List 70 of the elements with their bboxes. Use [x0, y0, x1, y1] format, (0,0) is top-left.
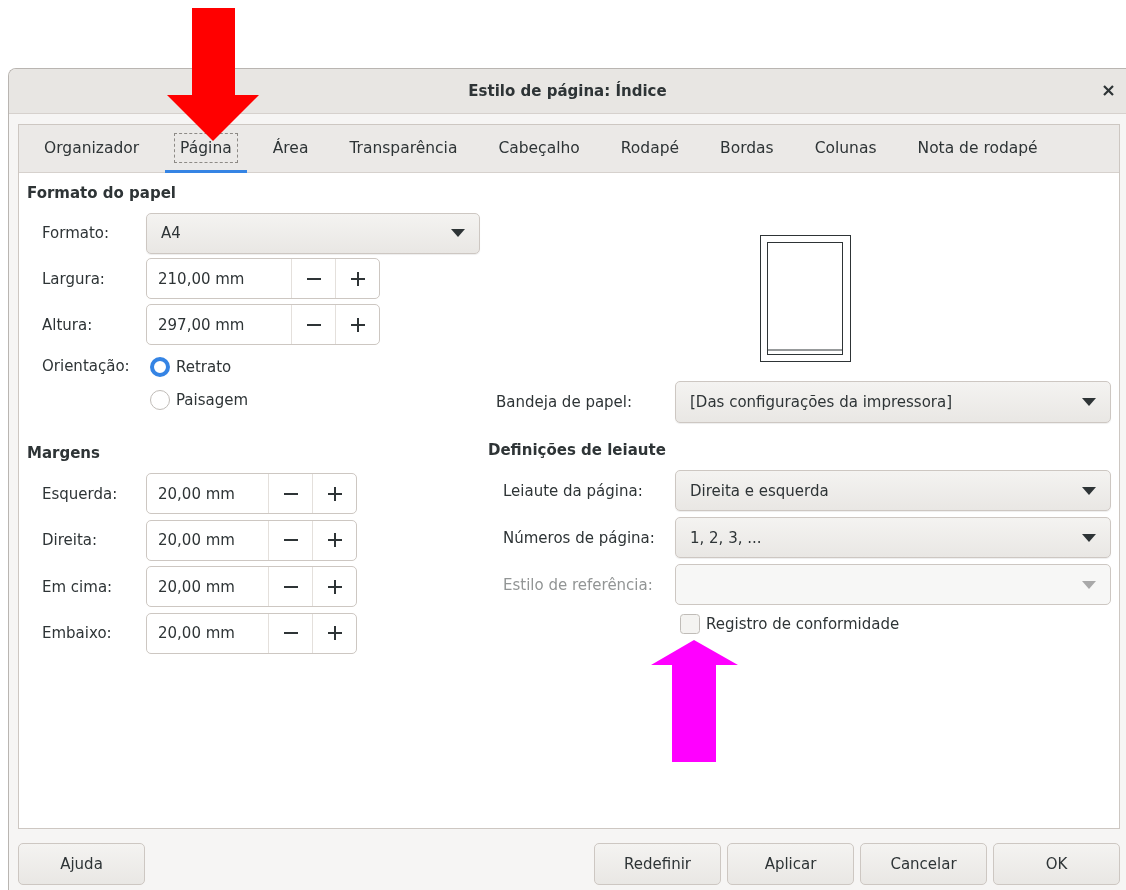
field-label: Embaixo: [42, 624, 113, 642]
dialog-button[interactable]: Ajuda [18, 843, 145, 885]
radio-button[interactable] [150, 356, 170, 377]
section-heading: Formato do papel [27, 183, 177, 203]
dialog-button[interactable]: Aplicar [727, 843, 854, 885]
section-heading: Definições de leiaute [488, 440, 667, 460]
radio-label[interactable]: Retrato [176, 357, 232, 376]
field-label: Orientação: [42, 356, 131, 375]
tab[interactable]: Organizador [29, 125, 155, 173]
dialog-button[interactable]: Cancelar [860, 843, 987, 885]
caret-icon [1082, 486, 1096, 495]
tab[interactable]: Rodapé [605, 125, 695, 173]
plus-icon [350, 271, 365, 286]
plus-icon [327, 486, 342, 501]
field-label: Direita: [42, 531, 99, 549]
dropdown[interactable]: Direita e esquerda [675, 470, 1111, 511]
tab[interactable]: Nota de rodapé [902, 125, 1053, 173]
close-button[interactable] [1103, 85, 1114, 96]
caret-icon [1082, 580, 1096, 589]
plus-icon [327, 579, 342, 594]
dialog-button[interactable]: OK [993, 843, 1120, 885]
spin-field[interactable]: 20,00 mm [146, 519, 357, 561]
field-value: 20,00 mm [157, 623, 236, 644]
field-label: Leiaute da página: [503, 481, 644, 500]
spin-field[interactable]: 297,00 mm [146, 304, 380, 345]
caret-icon [1082, 398, 1096, 406]
tab[interactable]: Área [257, 125, 324, 173]
dropdown[interactable]: 1, 2, 3, ... [675, 517, 1111, 558]
field-label: Esquerda: [42, 484, 119, 503]
field-label: Altura: [42, 315, 94, 334]
spin-field[interactable]: 210,00 mm [146, 258, 380, 299]
dropdown[interactable]: A4 [146, 212, 480, 254]
minus-icon [283, 632, 298, 634]
field-value: 210,00 mm [157, 268, 246, 290]
dropdown[interactable]: [Das configurações da impressora] [675, 381, 1111, 423]
field-label: Bandeja de papel: [496, 393, 634, 411]
tab[interactable]: Cabeçalho [483, 125, 595, 173]
minus-icon [283, 539, 298, 541]
field-label: Em cima: [42, 577, 114, 596]
checkbox-label[interactable]: Registro de conformidade [706, 615, 900, 633]
plus-icon [327, 533, 342, 547]
section-heading: Margens [27, 443, 101, 463]
field-label: Largura: [42, 269, 106, 288]
tab[interactable]: Bordas [705, 125, 789, 173]
minus-icon [283, 585, 298, 588]
minus-icon [306, 323, 321, 326]
field-label: Estilo de referência: [503, 575, 654, 594]
field-value: 297,00 mm [157, 314, 246, 336]
plus-icon [327, 626, 342, 640]
minus-icon [283, 492, 298, 495]
spin-field[interactable]: 20,00 mm [146, 612, 357, 654]
field-value: 20,00 mm [157, 576, 236, 598]
checkbox[interactable] [680, 614, 700, 634]
radio-label[interactable]: Paisagem [176, 390, 249, 409]
spin-field[interactable]: 20,00 mm [146, 473, 357, 514]
field-label: Formato: [42, 224, 111, 242]
field-value: 20,00 mm [157, 530, 236, 551]
plus-icon [350, 317, 365, 332]
tab[interactable]: Colunas [799, 125, 892, 173]
window-title: Estilo de página: Índice [468, 82, 667, 100]
tab[interactable]: Transparência [334, 125, 473, 173]
caret-icon [451, 229, 465, 237]
caret-icon [1082, 533, 1096, 542]
field-value: 20,00 mm [157, 483, 236, 505]
spin-field[interactable]: 20,00 mm [146, 566, 357, 607]
dialog-button[interactable]: Redefinir [594, 843, 721, 885]
field-label: Números de página: [503, 528, 656, 547]
minus-icon [306, 277, 321, 280]
radio-button[interactable] [150, 389, 170, 410]
close-icon [1103, 85, 1114, 96]
